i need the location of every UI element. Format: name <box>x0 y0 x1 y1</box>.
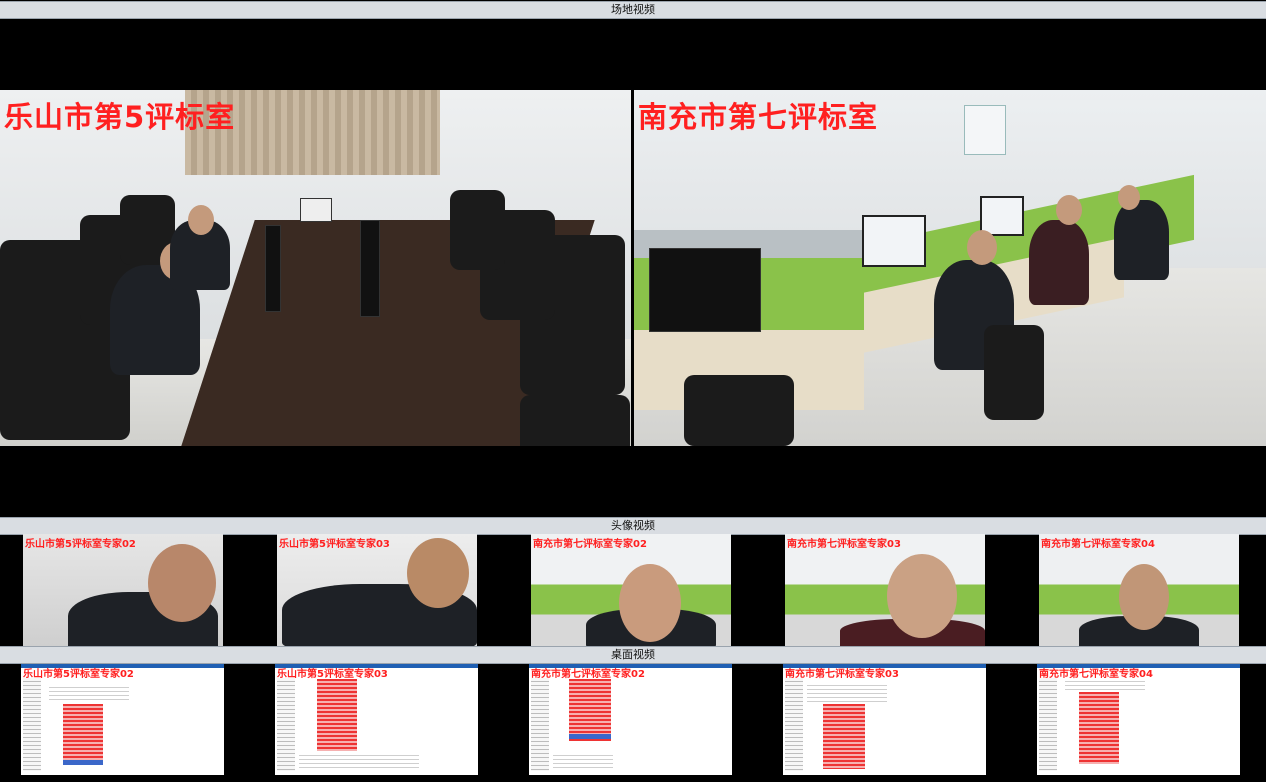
office-room-scene <box>634 90 1266 446</box>
avatar-video-3[interactable]: 南充市第七评标室专家02 <box>531 534 731 646</box>
avatar-video-title: 头像视频 <box>611 519 655 532</box>
desktop-label-3: 南充市第七评标室专家02 <box>531 669 645 680</box>
avatar-label-2: 乐山市第5评标室专家03 <box>279 539 390 550</box>
conference-room-scene <box>0 90 631 446</box>
room-label-nanchong: 南充市第七评标室 <box>638 100 879 134</box>
site-video-nanchong[interactable]: 南充市第七评标室 <box>634 90 1266 446</box>
desktop-video-bar: 桌面视频 <box>0 646 1266 664</box>
avatar-label-4: 南充市第七评标室专家03 <box>787 539 901 550</box>
desktop-video-5[interactable]: 南充市第七评标室专家04 <box>1037 664 1240 775</box>
avatar-video-4[interactable]: 南充市第七评标室专家03 <box>785 534 985 646</box>
avatar-video-5[interactable]: 南充市第七评标室专家04 <box>1039 534 1239 646</box>
desktop-label-4: 南充市第七评标室专家03 <box>785 669 899 680</box>
avatar-label-5: 南充市第七评标室专家04 <box>1041 539 1155 550</box>
desktop-video-2[interactable]: 乐山市第5评标室专家03 <box>275 664 478 775</box>
desktop-video-3[interactable]: 南充市第七评标室专家02 <box>529 664 732 775</box>
avatar-label-3: 南充市第七评标室专家02 <box>533 539 647 550</box>
desktop-video-4[interactable]: 南充市第七评标室专家03 <box>783 664 986 775</box>
desktop-label-1: 乐山市第5评标室专家02 <box>23 669 134 680</box>
site-video-title: 场地视频 <box>611 3 655 16</box>
site-video-bar: 场地视频 <box>0 1 1266 19</box>
desktop-video-1[interactable]: 乐山市第5评标室专家02 <box>21 664 224 775</box>
site-video-leshan[interactable]: 乐山市第5评标室 <box>0 90 631 446</box>
avatar-video-2[interactable]: 乐山市第5评标室专家03 <box>277 534 477 646</box>
desktop-label-5: 南充市第七评标室专家04 <box>1039 669 1153 680</box>
desktop-video-title: 桌面视频 <box>611 648 655 661</box>
avatar-video-bar: 头像视频 <box>0 517 1266 535</box>
avatar-video-1[interactable]: 乐山市第5评标室专家02 <box>23 534 223 646</box>
avatar-label-1: 乐山市第5评标室专家02 <box>25 539 136 550</box>
room-label-leshan: 乐山市第5评标室 <box>4 100 236 134</box>
desktop-label-2: 乐山市第5评标室专家03 <box>277 669 388 680</box>
